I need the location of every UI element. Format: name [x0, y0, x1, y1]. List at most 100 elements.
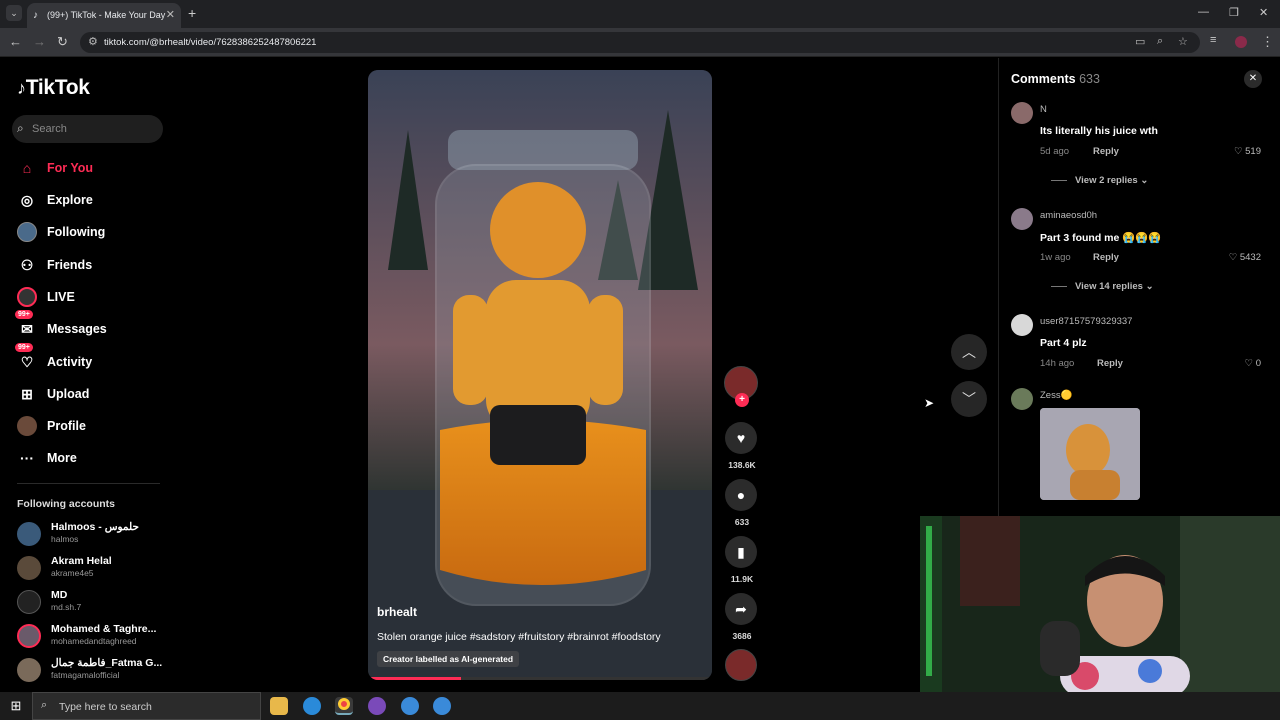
heart-outline-icon: ♡	[1228, 252, 1240, 263]
home-icon: ⌂	[22, 160, 32, 176]
follow-plus-icon[interactable]: +	[735, 393, 749, 407]
following-account[interactable]: فاطمة جمال_Fatma G... fatmagamalofficial	[17, 656, 167, 684]
search-input[interactable]: ⌕ Search	[12, 115, 163, 143]
comment-user[interactable]: aminaeosd0h	[1040, 210, 1097, 221]
nav-profile[interactable]: Profile	[17, 416, 167, 438]
following-account[interactable]: Mohamed & Taghre... mohamedandtaghreed	[17, 622, 167, 650]
avatar[interactable]	[1011, 388, 1033, 410]
edge-icon[interactable]	[303, 697, 321, 715]
nav-friends[interactable]: ⚇ Friends	[17, 255, 167, 277]
following-account[interactable]: Akram Helal akrame4e5	[17, 554, 167, 582]
comment-like-button[interactable]: ♡ 0	[1245, 358, 1261, 369]
divider	[1051, 179, 1067, 181]
comment-button[interactable]: ●	[725, 479, 757, 511]
comment-user[interactable]: user87157579329337	[1040, 316, 1132, 327]
search-icon: ⌕	[17, 121, 24, 135]
avatar[interactable]	[1011, 102, 1033, 124]
comment-like-button[interactable]: ♡ 519	[1234, 146, 1261, 157]
nav-messages[interactable]: ✉ 99+ Messages	[15, 310, 167, 341]
divider	[17, 483, 160, 484]
upload-icon: ⊞	[21, 386, 33, 402]
view-replies-button[interactable]: View 14 replies ⌄	[1051, 281, 1154, 292]
profile-avatar-icon[interactable]	[1235, 36, 1247, 48]
comment-image[interactable]	[1040, 408, 1140, 500]
browser-tab-tiktok[interactable]: ♪ (99+) TikTok - Make Your Day ✕	[27, 3, 181, 28]
site-info-icon[interactable]: ⚙	[88, 35, 98, 48]
nav-upload[interactable]: ⊞ Upload	[17, 384, 167, 406]
chrome-icon[interactable]	[335, 697, 353, 715]
forward-icon[interactable]: →	[33, 34, 46, 49]
video-caption[interactable]: Stolen orange juice #sadstory #fruitstor…	[377, 631, 707, 643]
share-count: 3686	[732, 631, 752, 641]
tiktok-logo[interactable]: ♪TikTok	[17, 76, 90, 100]
reload-icon[interactable]: ↻	[57, 34, 68, 50]
mouse-cursor-icon: ➤	[924, 396, 935, 410]
chevron-up-icon: ︿	[962, 344, 976, 360]
nav-more[interactable]: ··· More	[17, 448, 167, 470]
reply-button[interactable]: Reply	[1093, 252, 1119, 263]
nav-following[interactable]: Following	[17, 222, 167, 244]
app-icon[interactable]	[433, 697, 451, 715]
following-account[interactable]: Halmoos - حلموس halmos	[17, 520, 167, 548]
save-button[interactable]: ▮	[725, 536, 757, 568]
reply-button[interactable]: Reply	[1097, 358, 1123, 369]
nav-explore[interactable]: ◎ Explore	[17, 190, 167, 212]
url-text[interactable]: tiktok.com/@brhealt/video/76283862524878…	[104, 37, 316, 48]
bookmark-star-icon[interactable]: ☆	[1178, 35, 1188, 48]
messages-icon: ✉	[21, 321, 33, 337]
previous-video-button[interactable]: ︿	[951, 334, 987, 370]
new-tab-button[interactable]: +	[188, 5, 196, 21]
nav-activity[interactable]: ♡ 99+ Activity	[15, 343, 167, 374]
comment-time: 1w ago	[1040, 252, 1071, 263]
search-icon: ⌕	[41, 699, 48, 711]
comment-user[interactable]: N	[1040, 104, 1047, 115]
heart-outline-icon: ♡	[1244, 358, 1256, 369]
menu-dots-icon[interactable]: ⋮	[1261, 34, 1274, 50]
tiktok-icon: ♪	[33, 10, 38, 21]
comment-time: 5d ago	[1040, 146, 1070, 157]
like-button[interactable]: ♥	[725, 422, 757, 454]
nav-live[interactable]: LIVE	[17, 287, 167, 309]
divider	[1051, 285, 1067, 287]
tab-search-button[interactable]: ⌄	[6, 5, 22, 21]
share-button[interactable]: ➦	[725, 593, 757, 625]
close-icon[interactable]: ✕	[166, 8, 175, 21]
comment-time: 14h ago	[1040, 358, 1075, 369]
video-progress-bar[interactable]	[368, 677, 712, 680]
minimize-icon[interactable]: —	[1198, 6, 1209, 18]
comment-image-graphic	[1040, 408, 1140, 500]
next-video-button[interactable]: ﹀	[951, 381, 987, 417]
live-icon	[17, 287, 37, 307]
zoom-icon[interactable]: ⌕	[1157, 35, 1163, 48]
obs-icon[interactable]	[368, 697, 386, 715]
start-button[interactable]: ⊞	[0, 692, 32, 720]
address-bar[interactable]: ⚙ tiktok.com/@brhealt/video/762838625248…	[80, 32, 1200, 53]
cast-icon[interactable]: ▭	[1135, 35, 1145, 48]
video-progress-fill	[368, 677, 461, 680]
taskbar-search-input[interactable]: ⌕ Type here to search	[32, 692, 261, 720]
windows-taskbar: ⊞ ⌕ Type here to search	[0, 692, 1280, 720]
following-accounts-title: Following accounts	[17, 498, 116, 510]
nav-for-you[interactable]: ⌂ For You	[17, 158, 167, 180]
reply-button[interactable]: Reply	[1093, 146, 1119, 157]
chevron-down-icon: ⌄	[1145, 281, 1154, 292]
restore-icon[interactable]: ❐	[1229, 6, 1239, 19]
comment-user[interactable]: Zess🟡	[1040, 390, 1072, 401]
avatar[interactable]	[1011, 208, 1033, 230]
following-account[interactable]: MD md.sh.7	[17, 588, 167, 616]
window-close-icon[interactable]: ✕	[1259, 6, 1268, 19]
avatar	[17, 522, 41, 546]
close-comments-button[interactable]: ✕	[1244, 70, 1262, 88]
comment-like-button[interactable]: ♡ 5432	[1229, 252, 1261, 263]
video-player[interactable]: brhealt Stolen orange juice #sadstory #f…	[368, 70, 712, 680]
following-avatar-icon	[17, 222, 37, 242]
file-explorer-icon[interactable]	[270, 697, 288, 715]
avatar[interactable]	[1011, 314, 1033, 336]
back-icon[interactable]: ←	[9, 34, 22, 49]
sound-disc-icon[interactable]	[725, 649, 757, 681]
media-control-icon[interactable]: ≡	[1210, 34, 1216, 46]
video-author[interactable]: brhealt	[377, 605, 417, 619]
view-replies-button[interactable]: View 2 replies ⌄	[1051, 175, 1148, 186]
app-icon[interactable]	[401, 697, 419, 715]
like-count: 138.6K	[728, 460, 756, 470]
